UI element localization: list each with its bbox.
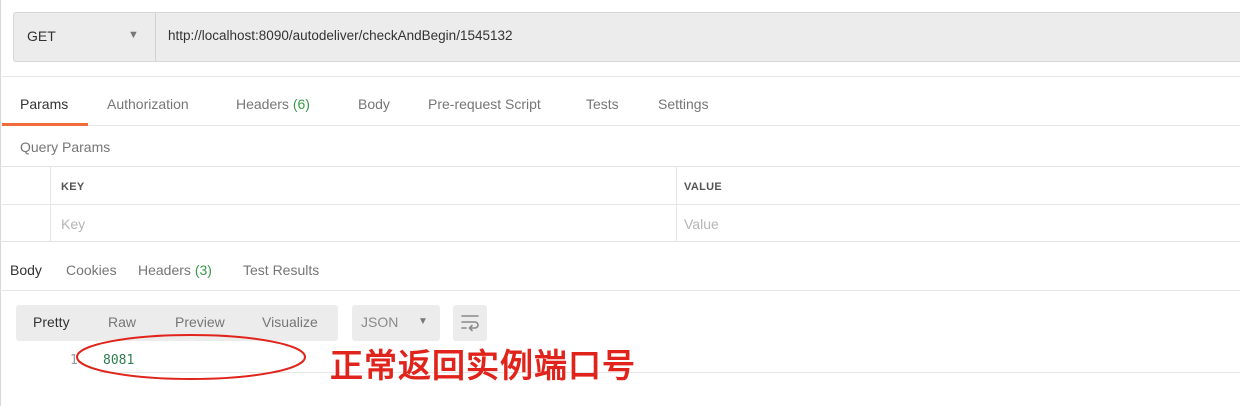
annotation-text: 正常返回实例端口号 xyxy=(330,347,636,384)
